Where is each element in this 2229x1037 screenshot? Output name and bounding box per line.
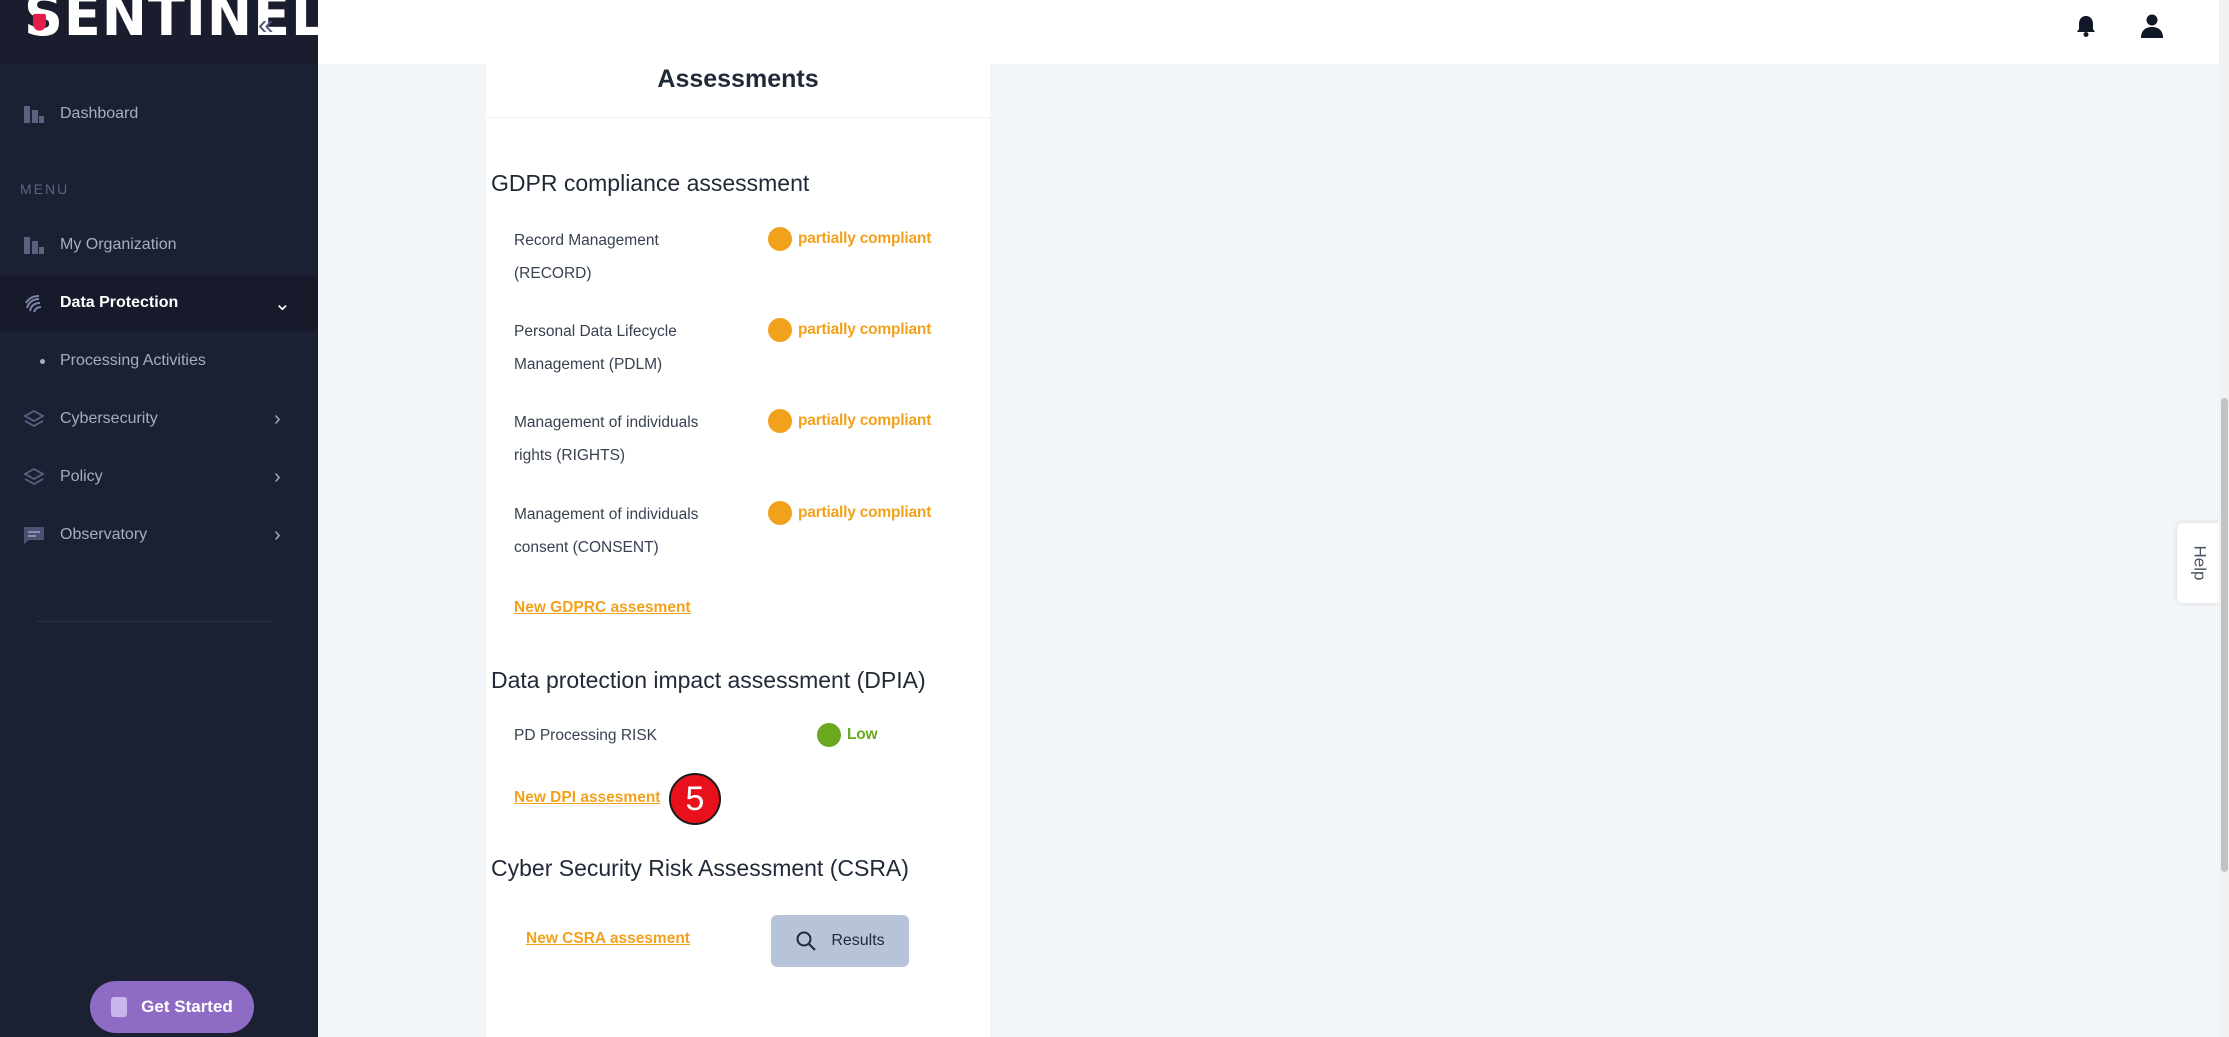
step-number-badge: 5 (669, 773, 721, 825)
help-label: Help (2190, 545, 2209, 581)
brand-header: SENTINEL « (0, 0, 325, 64)
bullet-icon (40, 358, 45, 364)
fingerprint-icon (22, 292, 46, 314)
notifications-button[interactable] (2072, 12, 2100, 40)
status-dot-icon (768, 501, 792, 525)
sidebar-item-label: Policy (60, 468, 103, 485)
chevron-right-icon: › (274, 465, 281, 488)
sidebar: SENTINEL « Dashboard MENU My Organizatio… (0, 0, 325, 1037)
gdpr-row-consent-label: Management of individuals consent (CONSE… (514, 506, 699, 556)
dpia-row-label: PD Processing RISK (514, 727, 657, 744)
status-dot-icon (817, 723, 841, 747)
status-dot-icon (768, 409, 792, 433)
sidebar-item-data-protection[interactable]: Data Protection ⌄ (0, 275, 318, 331)
status-badge: Low (817, 723, 878, 747)
status-dot-icon (768, 318, 792, 342)
sidebar-item-my-organization[interactable]: My Organization (0, 217, 318, 273)
user-profile-button[interactable] (2138, 12, 2166, 40)
status-badge: partially compliant (768, 227, 931, 251)
user-icon (2141, 14, 2163, 38)
gdpr-section-title: GDPR compliance assessment (491, 170, 810, 196)
building-icon (22, 234, 46, 256)
logo[interactable]: SENTINEL (24, 0, 326, 49)
sidebar-item-label: Cybersecurity (60, 410, 158, 427)
message-icon (22, 524, 46, 546)
chevron-right-icon: › (274, 407, 281, 430)
status-badge: partially compliant (768, 501, 931, 525)
results-button[interactable]: Results (771, 915, 909, 967)
sidebar-item-dashboard[interactable]: Dashboard (0, 86, 318, 142)
sidebar-item-label: My Organization (60, 236, 177, 253)
gdpr-row-rights-label: Management of individuals rights (RIGHTS… (514, 414, 699, 464)
sidebar-item-label: Data Protection (60, 294, 179, 311)
sidebar-item-observatory[interactable]: Observatory › (0, 507, 318, 563)
gdpr-row-record-label: Record Management (RECORD) (514, 232, 659, 282)
dpia-section-title: Data protection impact assessment (DPIA) (491, 667, 926, 693)
topbar (318, 0, 2229, 64)
get-started-button[interactable]: Get Started (90, 981, 254, 1033)
sidebar-item-cybersecurity[interactable]: Cybersecurity › (0, 391, 318, 447)
sidebar-item-label: Dashboard (60, 105, 139, 122)
sidebar-item-label: Observatory (60, 526, 148, 543)
shield-logo-icon (33, 13, 46, 31)
layers-icon (22, 466, 46, 488)
collapse-sidebar-button[interactable]: « (258, 9, 274, 41)
assessments-card: Assessments GDPR compliance assessment R… (486, 64, 990, 1037)
new-gdprc-assessment-link[interactable]: New GDPRC assesment (514, 599, 691, 617)
new-dpi-assessment-link[interactable]: New DPI assesment (514, 789, 660, 807)
search-icon (796, 931, 817, 951)
status-badge: partially compliant (768, 318, 931, 342)
new-csra-assessment-link[interactable]: New CSRA assesment (526, 930, 690, 948)
page-title: Assessments (486, 64, 990, 118)
clipboard-check-icon (111, 997, 128, 1017)
gdpr-row-pdlm-label: Personal Data Lifecycle Management (PDLM… (514, 323, 677, 373)
sidebar-subitem-label: Processing Activities (60, 352, 206, 369)
double-chevron-left-icon: « (258, 9, 274, 40)
csra-section-title: Cyber Security Risk Assessment (CSRA) (491, 855, 909, 881)
sidebar-divider (36, 621, 274, 622)
bell-icon (2077, 16, 2095, 37)
chevron-right-icon: › (274, 523, 281, 546)
sidebar-subitem-processing-activities[interactable]: Processing Activities (0, 338, 318, 384)
scrollbar-thumb[interactable] (2221, 398, 2228, 872)
layers-icon (22, 408, 46, 430)
chevron-down-icon: ⌄ (274, 292, 291, 315)
menu-section-title: MENU (20, 181, 70, 197)
sidebar-item-policy[interactable]: Policy › (0, 449, 318, 505)
help-tab[interactable]: Help (2177, 523, 2221, 603)
status-badge: partially compliant (768, 409, 931, 433)
status-dot-icon (768, 227, 792, 251)
dashboard-icon (22, 103, 46, 125)
